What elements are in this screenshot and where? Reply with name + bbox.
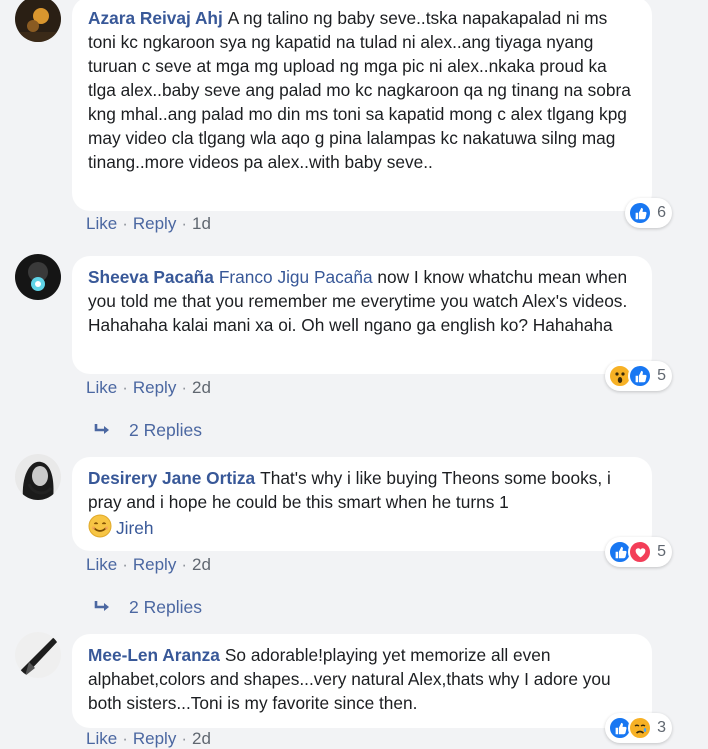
reaction-summary[interactable]: 5 [605,537,672,567]
reply-link[interactable]: Reply [133,729,176,748]
smile-emoji-icon [88,514,112,544]
avatar[interactable] [15,454,61,500]
sad-face-icon [628,716,653,740]
reaction-count: 5 [657,543,666,560]
comment-time[interactable]: 2d [192,378,211,397]
comment-actions: Like · Reply · 2d [86,729,211,748]
comment-author[interactable]: Azara Reivaj Ahj [88,8,223,28]
thumbs-up-icon [628,201,653,225]
replies-count-label[interactable]: 2 Replies [129,597,202,617]
thumbs-up-icon [628,364,653,388]
reply-arrow-icon [93,421,115,441]
like-link[interactable]: Like [86,214,117,233]
reply-link[interactable]: Reply [133,378,176,397]
mention-link[interactable]: Franco Jigu Pacaña [219,267,373,287]
avatar[interactable] [15,0,61,42]
reply-link[interactable]: Reply [133,555,176,574]
reaction-count: 3 [657,719,666,736]
reaction-summary[interactable]: 6 [625,198,672,228]
reaction-count: 5 [657,367,666,384]
reply-link[interactable]: Reply [133,214,176,233]
reply-arrow-icon [93,598,115,618]
comment-bubble: Azara Reivaj Ahj A ng talino ng baby seve… [72,0,652,211]
like-link[interactable]: Like [86,729,117,748]
comment-bubble: Desirery Jane Ortiza That's why i like bu… [72,457,652,551]
view-replies-link[interactable]: 2 Replies [93,420,202,441]
avatar[interactable] [15,254,61,300]
comment-time[interactable]: 2d [192,555,211,574]
comment-bubble: Mee-Len Aranza So adorable!playing yet me… [72,634,652,728]
reaction-summary[interactable]: 5 [605,361,672,391]
comment-author[interactable]: Desirery Jane Ortiza [88,468,255,488]
comment-actions: Like · Reply · 2d [86,555,211,574]
like-link[interactable]: Like [86,378,117,397]
avatar[interactable] [15,632,61,678]
like-link[interactable]: Like [86,555,117,574]
replies-count-label[interactable]: 2 Replies [129,420,202,440]
comment-bubble: Sheeva Pacaña Franco Jigu Pacaña now I kn… [72,256,652,374]
comment-actions: Like · Reply · 1d [86,214,211,233]
heart-icon [628,540,653,564]
comment-time[interactable]: 1d [192,214,211,233]
mention-link[interactable]: Jireh [116,518,153,538]
comment-author[interactable]: Mee-Len Aranza [88,645,220,665]
comment-text: A ng talino ng baby seve..tska napakapal… [88,8,631,172]
comment-author[interactable]: Sheeva Pacaña [88,267,214,287]
reaction-summary[interactable]: 3 [605,713,672,743]
view-replies-link[interactable]: 2 Replies [93,597,202,618]
reaction-count: 6 [657,204,666,221]
comment-time[interactable]: 2d [192,729,211,748]
comment-actions: Like · Reply · 2d [86,378,211,397]
